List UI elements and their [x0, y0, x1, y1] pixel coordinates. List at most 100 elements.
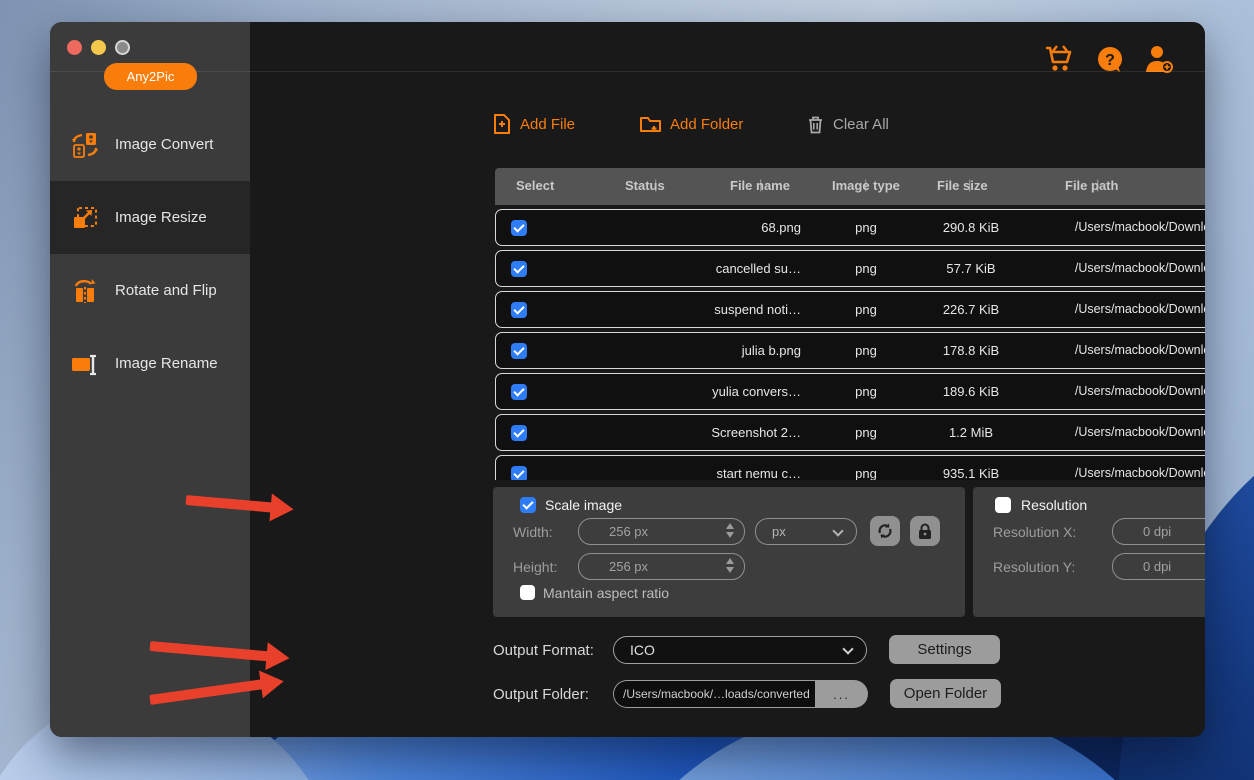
chevron-down-icon — [832, 525, 843, 536]
add-file-button[interactable]: Add File — [493, 110, 575, 138]
width-stepper[interactable]: 256 px — [578, 518, 745, 545]
settings-button[interactable]: Settings — [889, 635, 1000, 664]
height-value: 256 px — [609, 559, 648, 574]
zoom-button[interactable] — [115, 40, 130, 55]
table-row[interactable]: start nemu c… png 935.1 KiB /Users/macbo… — [495, 455, 1205, 480]
lock-icon — [917, 523, 933, 540]
header-file-name: File name — [730, 178, 790, 193]
table-row[interactable]: suspend noti… png 226.7 KiB /Users/macbo… — [495, 291, 1205, 328]
resolution-x-value: 0 dpi — [1143, 524, 1171, 539]
open-folder-button[interactable]: Open Folder — [890, 679, 1001, 708]
app-name: Any2Pic — [127, 69, 175, 84]
trash-icon — [807, 115, 824, 134]
resolution-x-label: Resolution X: — [993, 524, 1076, 540]
height-label: Height: — [513, 559, 557, 575]
browse-folder-button[interactable]: ... — [815, 680, 868, 708]
swap-dimensions-button[interactable] — [870, 516, 900, 546]
minimize-button[interactable] — [91, 40, 106, 55]
folder-plus-icon — [640, 115, 661, 133]
add-folder-button[interactable]: Add Folder — [640, 110, 743, 138]
cell-image-type: png — [811, 384, 921, 399]
row-checkbox[interactable] — [511, 220, 527, 236]
scale-image-panel: Scale image Width: 256 px px — [493, 487, 965, 617]
output-format-value: ICO — [630, 642, 655, 658]
cell-file-path: /Users/macbook/Downloads/temporary image… — [926, 384, 1205, 398]
sidebar-item-label: Image Convert — [115, 136, 213, 153]
svg-text:?: ? — [1105, 52, 1115, 69]
sidebar-item-rotate-and-flip[interactable]: Rotate and Flip — [50, 254, 250, 327]
add-file-label: Add File — [520, 116, 575, 133]
desktop-wallpaper: Image Convert Image Resize — [0, 0, 1254, 780]
cell-file-path: /Users/macbook/Downloads/temporary image… — [926, 466, 1205, 480]
header-file-size: File size — [937, 178, 988, 193]
open-folder-label: Open Folder — [904, 685, 987, 702]
height-stepper[interactable]: 256 px — [578, 553, 745, 580]
output-folder-field[interactable]: /Users/macbook/…loads/converted — [613, 680, 815, 708]
stepper-arrows[interactable] — [726, 523, 734, 538]
row-checkbox[interactable] — [511, 343, 527, 359]
file-plus-icon — [493, 114, 511, 134]
rotate-flip-icon — [70, 276, 100, 306]
row-checkbox[interactable] — [511, 384, 527, 400]
sidebar-item-label: Rotate and Flip — [115, 282, 217, 299]
clear-all-label: Clear All — [833, 116, 889, 133]
image-convert-icon — [70, 130, 100, 160]
header-image-type: Image type — [832, 178, 900, 193]
resolution-x-stepper[interactable]: 0 dpi — [1112, 518, 1205, 545]
sidebar: Image Convert Image Resize — [50, 22, 250, 737]
cell-image-type: png — [811, 425, 921, 440]
scale-image-checkbox[interactable] — [520, 497, 536, 513]
unit-dropdown[interactable]: px — [755, 518, 857, 545]
maintain-aspect-checkbox[interactable] — [520, 585, 535, 600]
resolution-panel: Resolution Resolution X: 0 dpi Resolutio… — [973, 487, 1205, 617]
width-label: Width: — [513, 524, 553, 540]
sidebar-item-label: Image Rename — [115, 355, 218, 372]
table-row[interactable]: julia b.png png 178.8 KiB /Users/macbook… — [495, 332, 1205, 369]
add-folder-label: Add Folder — [670, 116, 743, 133]
sidebar-item-image-resize[interactable]: Image Resize — [50, 181, 250, 254]
app-badge: Any2Pic — [104, 63, 197, 90]
resolution-y-label: Resolution Y: — [993, 559, 1075, 575]
resolution-checkbox[interactable] — [995, 497, 1011, 513]
cell-file-path: /Users/macbook/Downloads/temporary image… — [926, 425, 1205, 439]
maintain-aspect-label: Mantain aspect ratio — [543, 585, 669, 601]
row-checkbox[interactable] — [511, 466, 527, 480]
image-resize-icon — [70, 203, 100, 233]
sidebar-item-image-convert[interactable]: Image Convert — [50, 108, 250, 181]
cell-image-type: png — [811, 220, 921, 235]
cell-file-name: suspend noti… — [606, 302, 801, 317]
output-format-dropdown[interactable]: ICO — [613, 636, 867, 664]
lock-aspect-button[interactable] — [910, 516, 940, 546]
cell-image-type: png — [811, 261, 921, 276]
resolution-y-value: 0 dpi — [1143, 559, 1171, 574]
cell-image-type: png — [811, 343, 921, 358]
table-header: Select | Status | File name | Image type… — [495, 168, 1205, 205]
cell-file-path: /Users/macbook/Downloads/temporary image… — [926, 343, 1205, 357]
unit-value: px — [772, 524, 786, 539]
table-row[interactable]: 68.png png 290.8 KiB /Users/macbook/Down… — [495, 209, 1205, 246]
cell-image-type: png — [811, 302, 921, 317]
cart-icon[interactable] — [1043, 44, 1075, 74]
scale-image-label: Scale image — [545, 497, 622, 513]
row-checkbox[interactable] — [511, 425, 527, 441]
cell-file-path: /Users/macbook/Downloads/temporary image… — [926, 261, 1205, 275]
table-row[interactable]: yulia convers… png 189.6 KiB /Users/macb… — [495, 373, 1205, 410]
table-row[interactable]: cancelled su… png 57.7 KiB /Users/macboo… — [495, 250, 1205, 287]
clear-all-button[interactable]: Clear All — [807, 110, 889, 138]
titlebar-divider — [50, 71, 1205, 72]
row-checkbox[interactable] — [511, 261, 527, 277]
app-window: Image Convert Image Resize — [50, 22, 1205, 737]
row-checkbox[interactable] — [511, 302, 527, 318]
close-button[interactable] — [67, 40, 82, 55]
sidebar-item-image-rename[interactable]: Image Rename — [50, 327, 250, 400]
table-row[interactable]: Screenshot 2… png 1.2 MiB /Users/macbook… — [495, 414, 1205, 451]
output-folder-label: Output Folder: — [493, 686, 589, 703]
stepper-arrows[interactable] — [726, 558, 734, 573]
cell-file-path: /Users/macbook/Downloads/temporary image… — [926, 302, 1205, 316]
cell-file-path: /Users/macbook/Downloads/temporary image… — [926, 220, 1205, 234]
browse-label: ... — [833, 687, 850, 702]
resolution-label: Resolution — [1021, 497, 1087, 513]
resolution-y-stepper[interactable]: 0 dpi — [1112, 553, 1205, 580]
output-folder-group: /Users/macbook/…loads/converted ... — [613, 680, 868, 708]
refresh-icon — [876, 522, 894, 540]
